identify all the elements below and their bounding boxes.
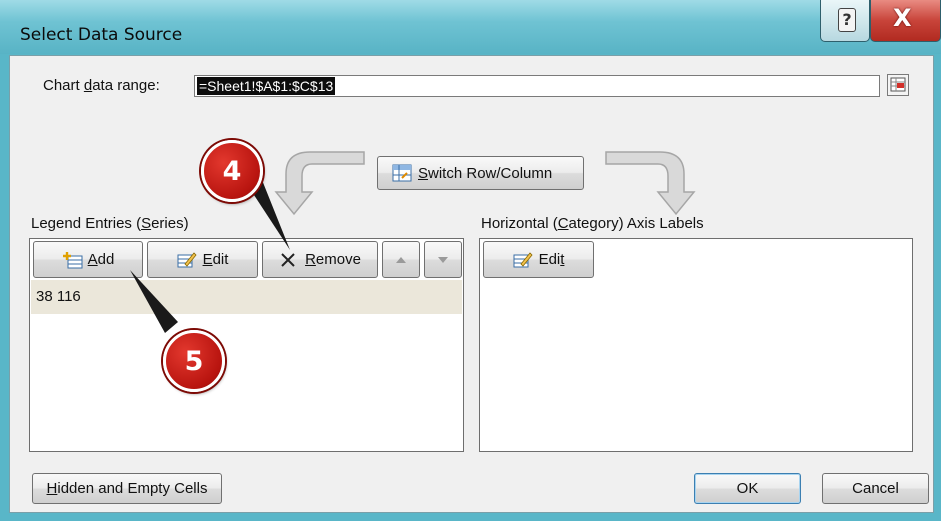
callout-5-pointer xyxy=(130,270,178,333)
callout-4-pointer xyxy=(252,180,290,250)
step-5-callout: 5 xyxy=(163,330,225,392)
callout-pointers xyxy=(130,180,290,333)
step-4-callout: 4 xyxy=(201,140,263,202)
